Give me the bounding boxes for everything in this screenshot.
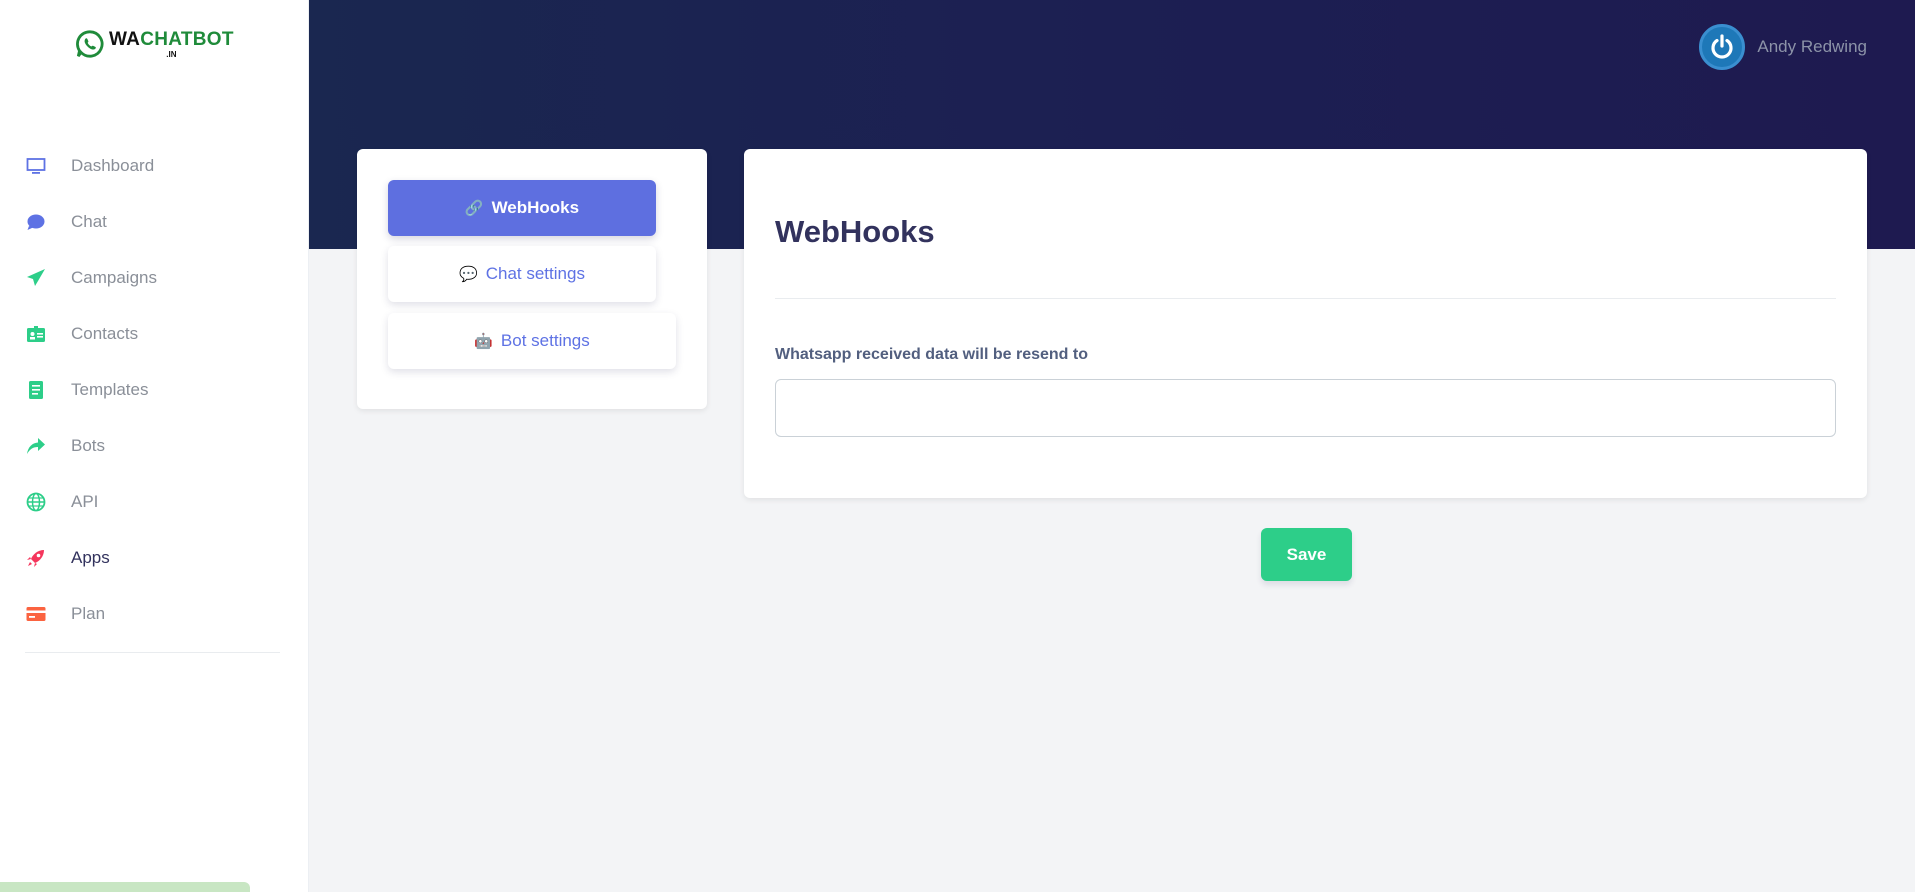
sidebar-nav: Dashboard Chat Campaigns Contacts Templa…	[0, 138, 309, 642]
tab-bot-settings[interactable]: 🤖 Bot settings	[388, 313, 676, 369]
sidebar-divider	[25, 652, 280, 653]
document-icon	[25, 379, 47, 401]
brand-suffix: CHATBOT	[140, 28, 234, 50]
card-divider	[775, 298, 1836, 299]
share-arrow-icon	[25, 435, 47, 457]
sidebar-item-label: Dashboard	[71, 156, 155, 175]
credit-card-icon	[25, 603, 47, 625]
sidebar-item-plan[interactable]: Plan	[0, 586, 309, 642]
sidebar-item-label: Apps	[71, 548, 110, 567]
webhooks-card: WebHooks Whatsapp received data will be …	[744, 149, 1867, 498]
sidebar-item-apps[interactable]: Apps	[0, 530, 309, 586]
user-menu[interactable]: Andy Redwing	[1699, 24, 1867, 70]
tab-webhooks[interactable]: 🔗 WebHooks	[388, 180, 656, 236]
tab-label: WebHooks	[491, 198, 580, 217]
sidebar-item-label: Chat	[71, 212, 107, 231]
chat-bubble-icon	[25, 211, 47, 233]
sidebar-item-label: Templates	[71, 380, 149, 399]
brand-prefix: WA	[109, 28, 141, 50]
sidebar-item-dashboard[interactable]: Dashboard	[0, 138, 309, 194]
brand-wordmark: WACHATBOT .IN	[109, 30, 234, 59]
sidebar-item-api[interactable]: API	[0, 474, 309, 530]
contact-card-icon	[25, 323, 47, 345]
sidebar: WACHATBOT .IN Dashboard Chat Campaigns C…	[0, 0, 309, 892]
rocket-icon	[25, 547, 47, 569]
globe-icon	[25, 491, 47, 513]
paper-plane-icon	[25, 267, 47, 289]
sidebar-item-bots[interactable]: Bots	[0, 418, 309, 474]
whatsapp-logo-icon	[76, 30, 104, 58]
settings-nav-card: 🔗 WebHooks 💬 Chat settings 🤖 Bot setting…	[357, 149, 707, 409]
brand-logo[interactable]: WACHATBOT .IN	[75, 26, 234, 62]
sidebar-item-label: Campaigns	[71, 268, 157, 287]
tab-label: Chat settings	[485, 264, 585, 283]
brand-domain: .IN	[166, 49, 177, 59]
sidebar-item-chat[interactable]: Chat	[0, 194, 309, 250]
sidebar-item-label: Contacts	[71, 324, 139, 343]
user-name: Andy Redwing	[1757, 37, 1867, 56]
sidebar-item-campaigns[interactable]: Campaigns	[0, 250, 309, 306]
monitor-icon	[25, 155, 47, 177]
sidebar-item-label: Plan	[71, 604, 106, 623]
webhook-url-input[interactable]	[775, 379, 1836, 437]
sidebar-item-contacts[interactable]: Contacts	[0, 306, 309, 362]
power-icon	[1711, 34, 1733, 59]
tab-chat-settings[interactable]: 💬 Chat settings	[388, 246, 656, 302]
sidebar-item-label: API	[71, 492, 99, 511]
avatar[interactable]	[1699, 24, 1746, 70]
webhook-url-label: Whatsapp received data will be resend to	[775, 346, 1088, 363]
status-toast	[0, 882, 250, 892]
link-icon: 🔗	[464, 200, 484, 217]
robot-icon: 🤖	[474, 333, 493, 350]
save-button[interactable]: Save	[1261, 528, 1352, 581]
speech-bubble-icon: 💬	[459, 266, 478, 283]
sidebar-item-templates[interactable]: Templates	[0, 362, 309, 418]
tab-label: Bot settings	[500, 331, 590, 350]
page-title: WebHooks	[775, 214, 935, 249]
sidebar-item-label: Bots	[71, 436, 106, 455]
